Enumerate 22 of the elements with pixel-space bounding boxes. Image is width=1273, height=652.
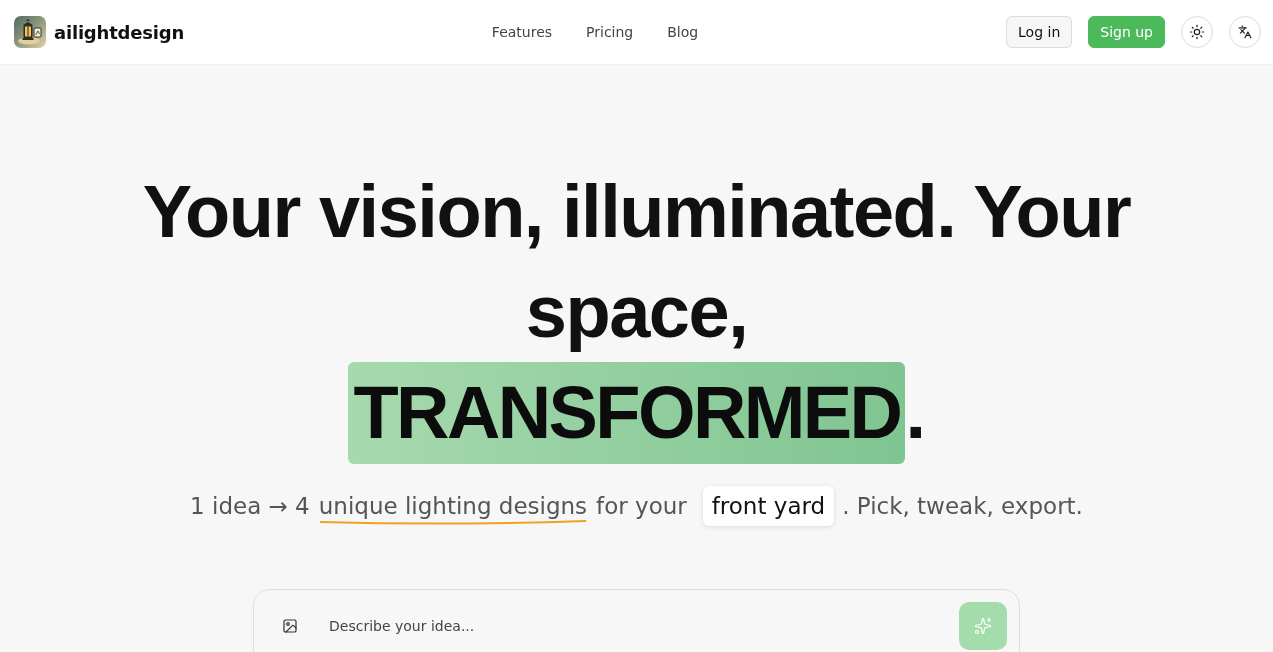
nav-link[interactable]: Pricing: [586, 24, 634, 40]
translate-icon: [1238, 25, 1252, 39]
highlighted-word: TRANSFORMED: [348, 362, 906, 464]
subtitle-text: for your: [596, 493, 687, 519]
subtitle-text: unique lighting designs: [318, 493, 588, 519]
theme-toggle-button[interactable]: [1181, 16, 1213, 48]
nav-link[interactable]: Features: [491, 24, 553, 40]
underline-icon: [318, 519, 588, 525]
image-icon[interactable]: [282, 618, 298, 634]
sun-icon: [1189, 24, 1205, 40]
subtitle-text: . Pick, tweak, export.: [842, 493, 1083, 519]
headline-period: .: [905, 371, 925, 454]
login-button[interactable]: Log in: [1006, 16, 1073, 48]
lantern-logo-icon: [14, 16, 46, 48]
nav-link[interactable]: Blog: [667, 24, 699, 40]
language-button[interactable]: [1229, 16, 1261, 48]
subtitle-text: 1 idea → 4: [190, 493, 310, 519]
sparkles-icon: [974, 617, 992, 635]
brand-name: ailightdesign: [54, 21, 185, 43]
prompt-input[interactable]: Describe your idea...: [329, 614, 928, 638]
headline: Your vision, illuminated. Your space,: [142, 170, 1131, 353]
place-chip: front yard: [702, 486, 835, 526]
